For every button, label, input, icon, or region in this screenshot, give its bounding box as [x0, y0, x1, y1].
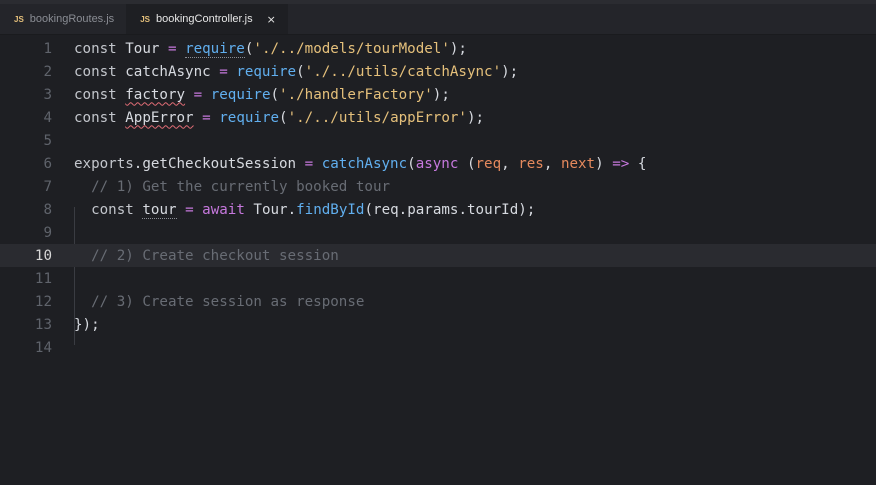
code-text: const catchAsync = require('./../utils/c… [74, 63, 519, 80]
line-number: 14 [34, 339, 52, 356]
line-number: 4 [43, 109, 52, 126]
js-file-icon: JS [14, 14, 24, 24]
editor-window: JS bookingRoutes.js JS bookingController… [0, 0, 876, 485]
code-line[interactable]: 8 const tour = await Tour.findById(req.p… [0, 198, 876, 221]
code-line[interactable]: 11 [0, 267, 876, 290]
line-number: 6 [43, 155, 52, 172]
code-line[interactable]: 9 [0, 221, 876, 244]
code-editor[interactable]: 1 const Tour = require('./../models/tour… [0, 35, 876, 359]
tab-label: bookingRoutes.js [29, 13, 115, 25]
code-line[interactable]: 3 const factory = require('./handlerFact… [0, 83, 876, 106]
tab-booking-controller[interactable]: JS bookingController.js × [126, 4, 288, 34]
line-number: 12 [34, 293, 52, 310]
tab-label: bookingController.js [155, 13, 253, 25]
code-text: const factory = require('./handlerFactor… [74, 86, 450, 103]
code-text: const Tour = require('./../models/tourMo… [74, 40, 467, 58]
code-text: // 1) Get the currently booked tour [91, 178, 391, 195]
tab-booking-routes[interactable]: JS bookingRoutes.js [0, 4, 126, 34]
code-text: exports.getCheckoutSession = catchAsync(… [74, 155, 647, 172]
tab-bar: JS bookingRoutes.js JS bookingController… [0, 4, 876, 35]
code-text: }); [74, 316, 100, 333]
code-line[interactable]: 1 const Tour = require('./../models/tour… [0, 37, 876, 60]
code-line[interactable]: 7 // 1) Get the currently booked tour [0, 175, 876, 198]
line-number: 13 [34, 316, 52, 333]
code-line[interactable]: 2 const catchAsync = require('./../utils… [0, 60, 876, 83]
code-text: // 2) Create checkout session [91, 247, 339, 264]
line-number: 2 [43, 63, 52, 80]
code-text: const AppError = require('./../utils/app… [74, 109, 485, 126]
code-line[interactable]: 5 [0, 129, 876, 152]
line-number: 5 [43, 132, 52, 149]
line-number: 8 [43, 201, 52, 218]
code-line-current[interactable]: 10 // 2) Create checkout session [0, 244, 876, 267]
code-line[interactable]: 6 exports.getCheckoutSession = catchAsyn… [0, 152, 876, 175]
close-icon[interactable]: × [267, 13, 276, 26]
code-line[interactable]: 13 }); [0, 313, 876, 336]
line-number: 1 [43, 40, 52, 57]
js-file-icon: JS [140, 14, 150, 24]
code-line[interactable]: 14 [0, 336, 876, 359]
line-number: 10 [34, 247, 52, 264]
code-text: const tour = await Tour.findById(req.par… [91, 201, 536, 219]
line-number: 9 [43, 224, 52, 241]
line-number: 3 [43, 86, 52, 103]
code-line[interactable]: 12 // 3) Create session as response [0, 290, 876, 313]
code-text: // 3) Create session as response [91, 293, 365, 310]
line-number: 11 [34, 270, 52, 287]
line-number: 7 [43, 178, 52, 195]
code-line[interactable]: 4 const AppError = require('./../utils/a… [0, 106, 876, 129]
